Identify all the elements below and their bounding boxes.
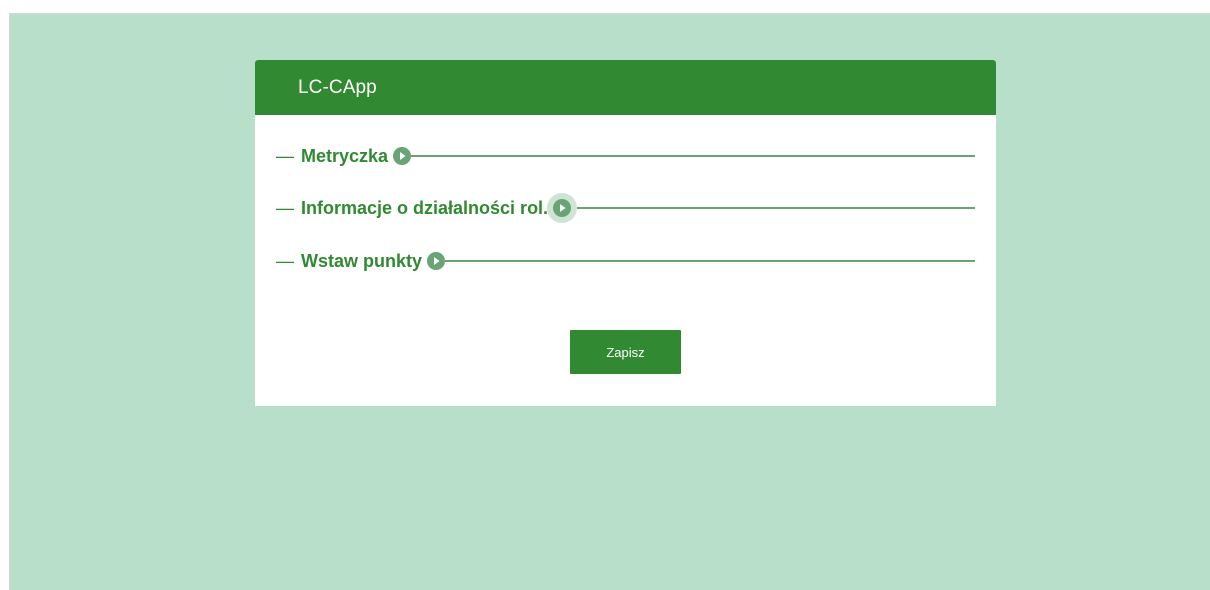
expand-button[interactable] xyxy=(393,147,412,165)
section-informacje[interactable]: — Informacje o działalności rol. xyxy=(276,193,975,223)
expand-button[interactable] xyxy=(427,252,446,270)
page-background: LC-CApp — Metryczka — Informacje o dział… xyxy=(9,13,1210,590)
section-divider xyxy=(411,155,975,157)
expand-button[interactable] xyxy=(547,193,578,223)
section-divider xyxy=(445,260,975,262)
form-card: LC-CApp — Metryczka — Informacje o dział… xyxy=(255,60,996,406)
section-divider xyxy=(577,207,975,209)
collapse-dash-icon: — xyxy=(276,198,294,218)
section-label: Wstaw punkty xyxy=(301,250,423,271)
card-header: LC-CApp xyxy=(255,60,996,115)
save-button[interactable]: Zapisz xyxy=(570,330,681,374)
section-label: Metryczka xyxy=(301,145,389,166)
collapse-dash-icon: — xyxy=(276,251,294,271)
play-circle-icon xyxy=(393,147,412,165)
play-circle-icon xyxy=(553,199,572,217)
collapse-dash-icon: — xyxy=(276,146,294,166)
section-wstaw-punkty[interactable]: — Wstaw punkty xyxy=(276,247,975,275)
play-circle-icon xyxy=(427,252,446,270)
app-title: LC-CApp xyxy=(298,76,377,98)
section-metryczka[interactable]: — Metryczka xyxy=(276,142,975,170)
section-label: Informacje o działalności rol. xyxy=(301,197,549,218)
